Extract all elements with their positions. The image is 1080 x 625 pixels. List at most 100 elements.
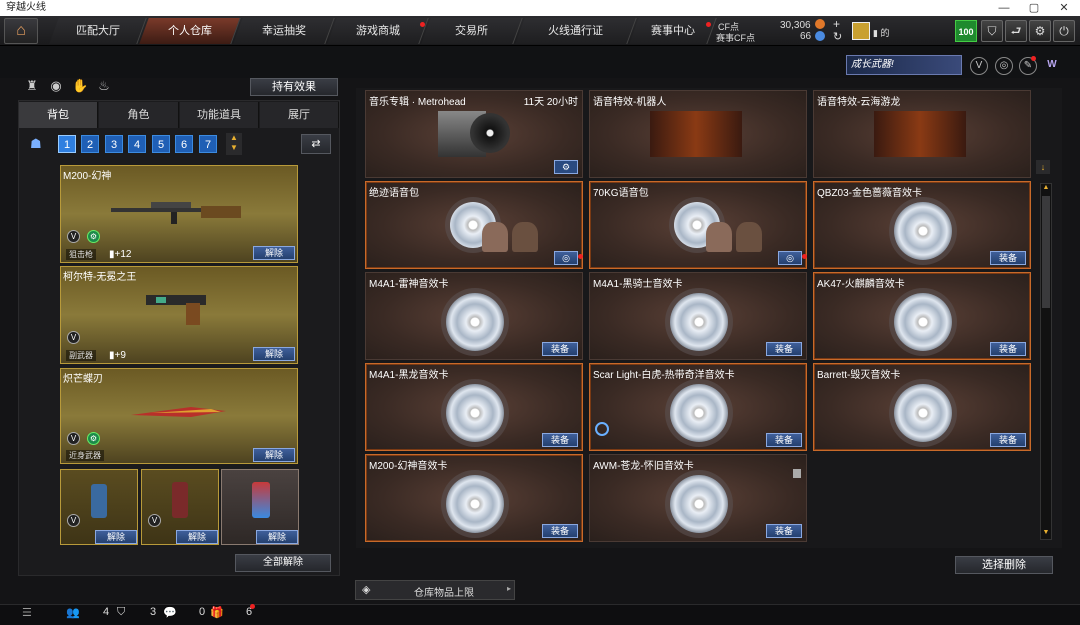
tab-exchange[interactable]: 交易所 (421, 18, 523, 44)
item-card[interactable]: M4A1-黑龙音效卡 装备 (365, 363, 583, 451)
hand-icon[interactable]: ✋ (72, 78, 88, 94)
tab-events[interactable]: 赛事中心 (629, 18, 717, 44)
item-card[interactable]: Barrett-毁灭音效卡 装备 (813, 363, 1031, 451)
scrollbar[interactable]: ▲ ▼ (1040, 183, 1052, 540)
page-button-6[interactable]: 6 (175, 135, 193, 153)
gear-icon[interactable]: ⚙ (554, 160, 578, 174)
level-badge: 100 (955, 20, 977, 42)
tab-shop[interactable]: 游戏商城 (327, 18, 429, 44)
equip-button[interactable]: 装备 (766, 433, 802, 447)
friends-icon[interactable]: 👥 (66, 606, 80, 619)
globe-icon[interactable]: ◎ (995, 57, 1013, 75)
item-card[interactable]: 绝迹语音包 ◎ (365, 181, 583, 269)
tab-function-items[interactable]: 功能道具 (180, 102, 259, 128)
bag-icon[interactable]: ♨ (96, 78, 112, 94)
w-logo-icon[interactable]: W (1043, 57, 1061, 75)
weapon-card-primary[interactable]: M200-幻神 V ⚙ 狙击枪 ▮+12 解除 (60, 165, 298, 263)
item-card[interactable]: AWM-苍龙-怀旧音效卡 装备 (589, 454, 807, 542)
equip-button[interactable]: 装备 (990, 433, 1026, 447)
info-icon[interactable]: ◎ (778, 251, 802, 265)
ranking-icon[interactable]: ♜ (24, 78, 40, 94)
scroll-up-icon[interactable]: ▲ (1041, 184, 1051, 194)
item-card[interactable]: 语音特效-机器人 (589, 90, 807, 178)
weapon-card-secondary[interactable]: 柯尔特-无冕之王 V 副武器 ▮+9 解除 (60, 266, 298, 364)
item-card[interactable]: AK47-火麒麟音效卡 装备 (813, 272, 1031, 360)
tab-lucky-draw[interactable]: 幸运抽奖 (233, 18, 335, 44)
item-card[interactable]: M4A1-黑骑士音效卡 装备 (589, 272, 807, 360)
equip-button[interactable]: 装备 (542, 524, 578, 538)
tab-backpack[interactable]: 背包 (19, 102, 98, 128)
page-button-5[interactable]: 5 (152, 135, 170, 153)
page-stepper[interactable]: ▲ ▼ (226, 133, 242, 155)
unequip-button[interactable]: 解除 (176, 530, 218, 544)
unequip-button[interactable]: 解除 (253, 246, 295, 260)
page-button-1[interactable]: 1 (58, 135, 76, 153)
equip-button[interactable]: 装备 (766, 342, 802, 356)
refresh-icon[interactable]: ↻ (833, 30, 842, 43)
page-button-3[interactable]: 3 (105, 135, 123, 153)
weapon-card-melee[interactable]: 炽芒蝶刃 V ⚙ 近身武器 解除 (60, 368, 298, 464)
equip-button[interactable]: 装备 (542, 342, 578, 356)
gift-icon[interactable]: 🎁 (210, 606, 224, 619)
item-card[interactable]: M4A1-雷神音效卡 装备 (365, 272, 583, 360)
tab-battle-pass[interactable]: 火线通行证 (515, 18, 637, 44)
power-icon[interactable]: ⏻ (1053, 20, 1075, 42)
equip-button[interactable]: 装备 (766, 524, 802, 538)
scrollbar-thumb[interactable] (1042, 196, 1050, 308)
add-cf-icon[interactable]: + (833, 17, 840, 31)
minimize-button[interactable]: — (990, 0, 1018, 16)
close-button[interactable]: ✕ (1050, 0, 1078, 16)
v-icon[interactable]: V (970, 57, 988, 75)
unequip-button[interactable]: 解除 (256, 530, 298, 544)
disc-icon (670, 384, 728, 442)
home-icon[interactable]: ⌂ (4, 18, 38, 44)
gear-icon[interactable]: ⚙ (1029, 20, 1051, 42)
shield-icon[interactable]: ⛉ (981, 20, 1003, 42)
menu-icon[interactable]: ☰ (22, 606, 32, 619)
select-delete-button[interactable]: 选择删除 (955, 556, 1053, 574)
grenade-card[interactable]: V 解除 (60, 469, 138, 545)
storage-limit-bar[interactable]: ◈ 仓库物品上限 ▸ (355, 580, 515, 600)
v-badge-icon: V (67, 230, 80, 243)
growth-weapon-banner[interactable]: 成长武器! (846, 55, 962, 75)
item-card[interactable]: M200-幻神音效卡 装备 (365, 454, 583, 542)
unequip-button[interactable]: 解除 (253, 448, 295, 462)
equip-button[interactable]: 装备 (542, 433, 578, 447)
grenade-card[interactable]: V 解除 (141, 469, 219, 545)
tab-character[interactable]: 角色 (99, 102, 179, 128)
swap-icon[interactable]: ⇄ (301, 134, 331, 154)
exit-room-icon[interactable]: ⮐ (1005, 20, 1027, 42)
disc-icon (446, 293, 504, 351)
item-card[interactable]: 语音特效-云海游龙 (813, 90, 1031, 178)
page-button-2[interactable]: 2 (81, 135, 99, 153)
sort-down-icon[interactable]: ↓ (1036, 160, 1050, 174)
event-coin-icon (815, 31, 825, 41)
item-card[interactable]: 音乐专辑 · Metrohead 11天 20小时 ⚙ (365, 90, 583, 178)
clan-icon[interactable]: ⛉ (117, 606, 125, 619)
scroll-down-icon[interactable]: ▼ (1041, 529, 1051, 539)
unequip-all-button[interactable]: 全部解除 (235, 554, 331, 572)
disc-icon (894, 202, 952, 260)
tab-warehouse[interactable]: 个人仓库 (139, 18, 241, 44)
item-card[interactable]: 70KG语音包 ◎ (589, 181, 807, 269)
notification-dot (1031, 56, 1036, 61)
item-card[interactable]: QBZ03-金色蔷薇音效卡 装备 (813, 181, 1031, 269)
page-button-7[interactable]: 7 (199, 135, 217, 153)
unequip-button[interactable]: 解除 (253, 347, 295, 361)
item-name: Scar Light-白虎-热带奇洋音效卡 (593, 370, 735, 381)
tab-match-lobby[interactable]: 匹配大厅 (49, 18, 147, 44)
equip-button[interactable]: 装备 (990, 251, 1026, 265)
equip-button[interactable]: 装备 (990, 342, 1026, 356)
maximize-button[interactable]: ▢ (1020, 0, 1048, 16)
unequip-button[interactable]: 解除 (95, 530, 137, 544)
info-icon[interactable]: ◎ (554, 251, 578, 265)
item-card[interactable]: Scar Light-白虎-热带奇洋音效卡 装备 (589, 363, 807, 451)
owned-effects-button[interactable]: 持有效果 (250, 78, 338, 96)
tab-showroom[interactable]: 展厅 (260, 102, 339, 128)
eye-icon[interactable]: ◉ (48, 78, 64, 94)
trash-icon[interactable] (793, 469, 801, 478)
enhance-level: ▮+9 (109, 350, 126, 361)
chat-icon[interactable]: 💬 (163, 606, 177, 619)
page-button-4[interactable]: 4 (128, 135, 146, 153)
grenade-card[interactable]: 解除 (221, 469, 299, 545)
